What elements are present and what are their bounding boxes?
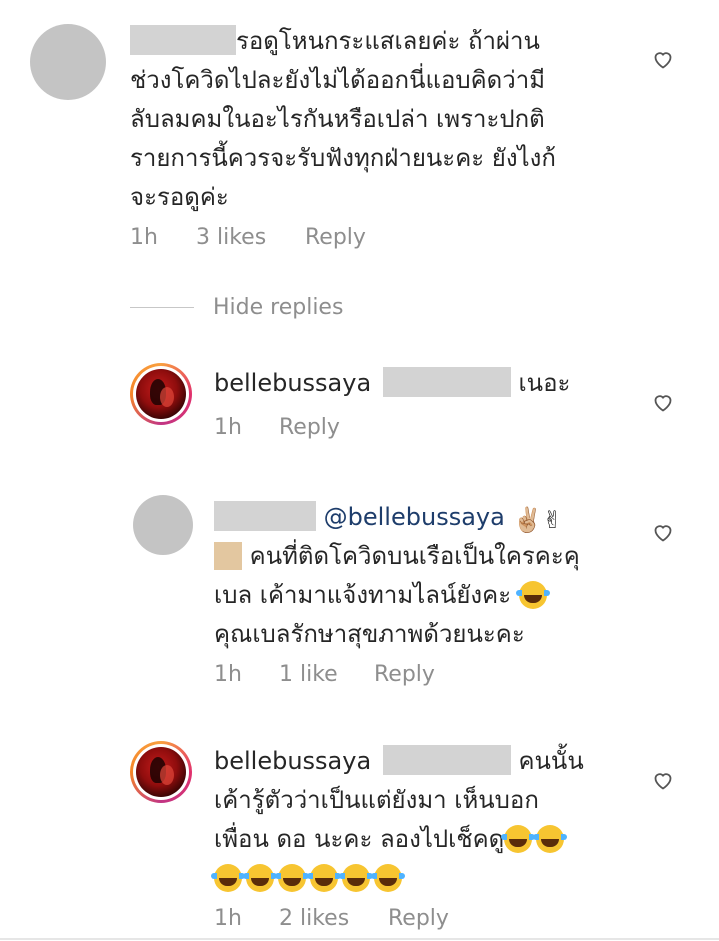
bottom-border <box>0 938 719 940</box>
comment-text-line: ลับลมคมในอะไรกันหรือเปล่า เพราะปกติ <box>130 105 545 133</box>
redacted-mention <box>382 367 511 397</box>
like-heart-icon[interactable] <box>651 768 675 792</box>
username-link[interactable]: bellebussaya <box>214 747 371 775</box>
likes-count[interactable]: 2 likes <box>279 906 349 931</box>
reply-meta: 1h 2 likes Reply <box>214 906 614 936</box>
timestamp: 1h <box>214 906 242 931</box>
timestamp: 1h <box>214 662 242 687</box>
like-heart-icon[interactable] <box>651 390 675 414</box>
like-heart-icon[interactable] <box>651 47 675 71</box>
comment-text-line: ช่วงโควิดไปละยังไม่ได้ออกนี่แอบคิดว่ามี <box>130 66 546 94</box>
reply-button[interactable]: Reply <box>305 225 366 250</box>
commenter-avatar[interactable] <box>30 24 106 100</box>
laughing-emoji <box>371 864 405 892</box>
laughing-emoji <box>339 864 373 892</box>
bellebussaya-avatar[interactable] <box>130 741 192 803</box>
reply-text-line: คนที่ติดโควิดบนเรือเป็นใครคะคุ <box>214 537 580 575</box>
bellebussaya-avatar[interactable] <box>130 363 192 425</box>
comment-text: รอดูโหนกระแสเลยค่ะ ถ้าผ่าน <box>130 22 540 60</box>
reply-text: bellebussaya เนอะ <box>214 367 571 397</box>
profile-photo <box>136 747 186 797</box>
laughing-emoji <box>211 864 245 892</box>
comment-text-line: จะรอดูค่ะ <box>130 183 229 211</box>
laughing-emoji <box>501 825 536 853</box>
mention-link[interactable]: @bellebussaya <box>324 503 505 531</box>
reply-text: @bellebussaya ✌🏼✌ <box>214 498 562 539</box>
redacted-username <box>214 501 316 531</box>
reply-button[interactable]: Reply <box>374 662 435 687</box>
laughing-emoji <box>515 581 550 609</box>
reply-text-line: เค้ารู้ตัวว่าเป็นแต่ยังมา เห็นบอก <box>214 786 539 814</box>
victory-hand-emoji: ✌🏼✌ <box>512 506 563 534</box>
skin-tone-square-emoji <box>214 542 242 570</box>
replies-divider <box>130 307 194 308</box>
laughing-emoji <box>243 864 277 892</box>
timestamp: 1h <box>214 415 242 440</box>
redacted-username <box>130 25 236 55</box>
likes-count[interactable]: 3 likes <box>196 225 266 250</box>
comment-meta: 1h 3 likes Reply <box>130 225 530 255</box>
commenter-avatar[interactable] <box>133 495 193 555</box>
laughing-emoji <box>275 864 309 892</box>
laughing-emoji <box>533 825 568 853</box>
hide-replies-button[interactable]: Hide replies <box>213 295 343 320</box>
reply-text: bellebussaya คนนั้น <box>214 745 584 775</box>
username-link[interactable]: bellebussaya <box>214 369 371 397</box>
reply-button[interactable]: Reply <box>388 906 449 931</box>
reply-text-line: เบล เค้ามาแจ้งทามไลน์ยังคะ <box>214 576 551 614</box>
emoji-line <box>211 859 406 897</box>
redacted-mention <box>382 745 511 775</box>
reply-meta: 1h 1 like Reply <box>214 662 614 692</box>
laughing-emoji <box>307 864 341 892</box>
reply-meta: 1h Reply <box>214 415 514 445</box>
like-heart-icon[interactable] <box>651 520 675 544</box>
reply-text-line: เพื่อน ดอ นะคะ ลองไปเช็คดู <box>214 820 568 858</box>
reply-text-line: คุณเบลรักษาสุขภาพด้วยนะคะ <box>214 620 525 648</box>
timestamp: 1h <box>130 225 158 250</box>
likes-count[interactable]: 1 like <box>279 662 338 687</box>
reply-button[interactable]: Reply <box>279 415 340 440</box>
comment-text-line: รายการนี้ควรจะรับฟังทุกฝ่ายนะคะ ยังไงก้ <box>130 144 556 172</box>
profile-photo <box>136 369 186 419</box>
